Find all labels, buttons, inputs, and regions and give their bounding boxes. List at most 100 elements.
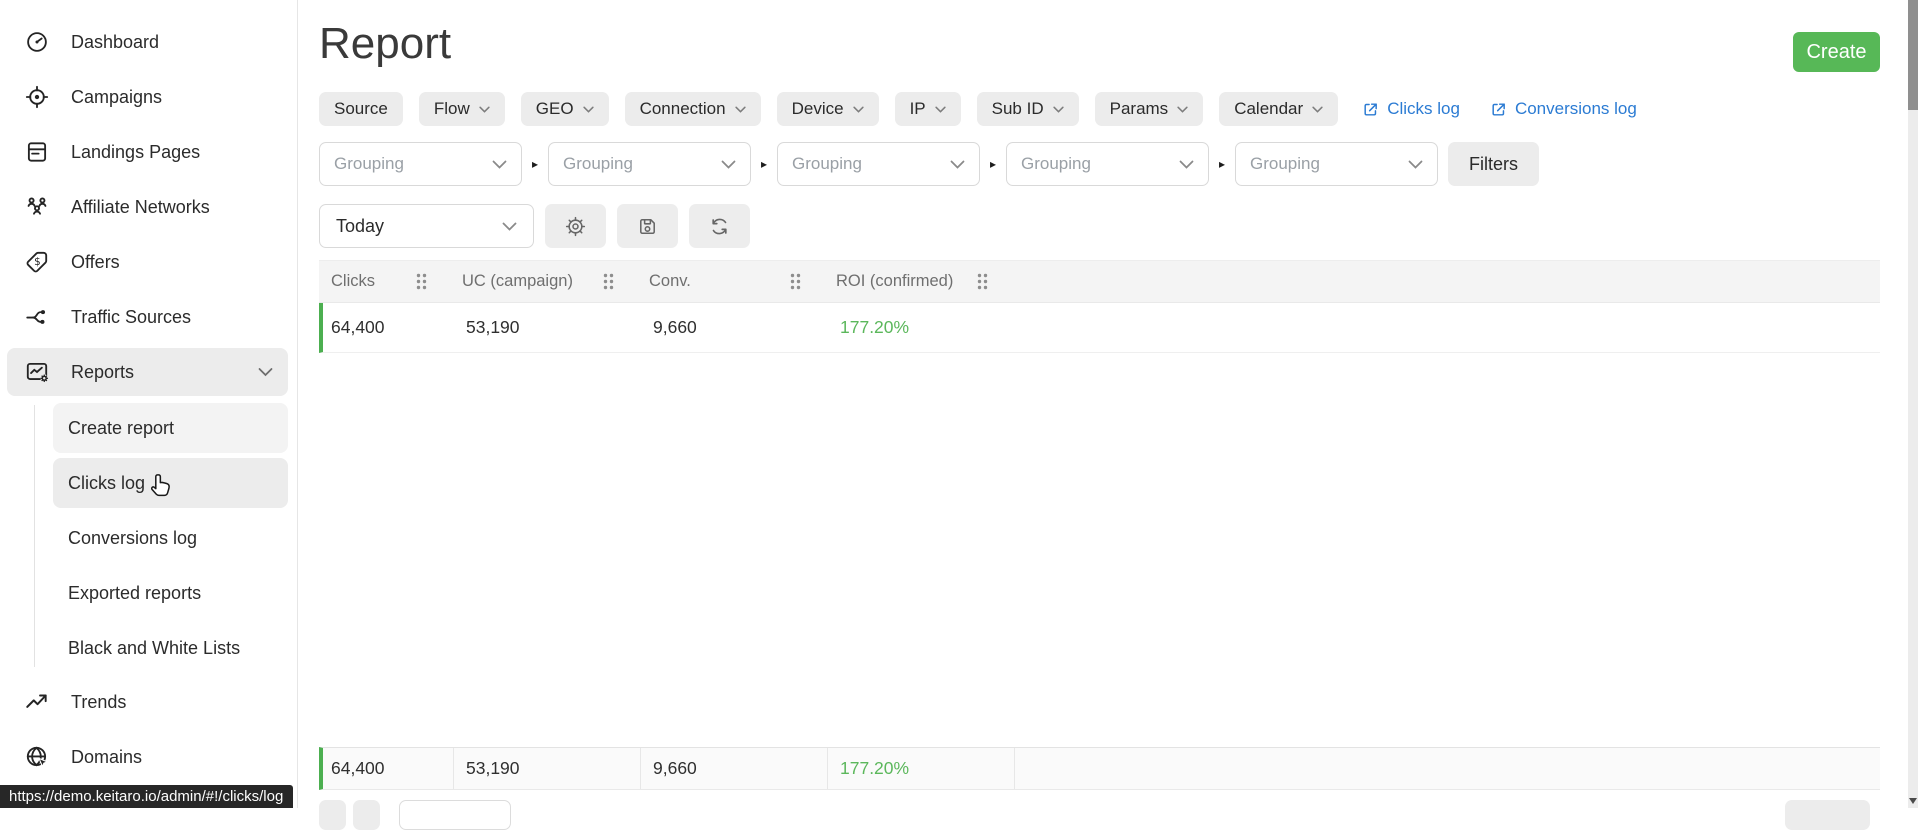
filter-label: Source	[334, 99, 388, 119]
sidebar-item-exported-reports[interactable]: Exported reports	[53, 568, 288, 618]
sidebar-item-label: Campaigns	[71, 87, 162, 108]
sidebar-item-label: Landings Pages	[71, 142, 200, 163]
conversions-log-link[interactable]: Conversions log	[1490, 99, 1637, 119]
date-range-select[interactable]: Today	[319, 204, 534, 248]
sidebar-item-label: Traffic Sources	[71, 307, 191, 328]
arrow-right-separator: ▸	[1209, 157, 1235, 171]
dashboard-icon	[24, 29, 50, 55]
cell-uc-campaign: 53,190	[454, 303, 641, 352]
arrow-right-separator: ▸	[980, 157, 1006, 171]
scrollbar-thumb[interactable]	[1908, 0, 1918, 110]
column-header-conversions[interactable]: Conv.	[637, 261, 824, 302]
filter-flow-button[interactable]: Flow	[419, 92, 505, 126]
clicks-log-link[interactable]: Clicks log	[1362, 99, 1460, 119]
sub-item-label: Conversions log	[68, 528, 197, 549]
gear-icon	[564, 215, 587, 238]
table-header: Clicks UC (campaign) Conv. ROI (confirme…	[319, 260, 1880, 303]
sidebar-item-label: Reports	[71, 362, 134, 383]
sidebar-item-black-white-lists[interactable]: Black and White Lists	[53, 623, 288, 673]
sidebar-item-campaigns[interactable]: Campaigns	[7, 73, 288, 121]
save-icon	[636, 215, 659, 238]
refresh-button[interactable]	[689, 204, 750, 248]
column-header-roi-confirmed[interactable]: ROI (confirmed)	[824, 261, 1011, 302]
grouping-placeholder: Grouping	[1250, 154, 1320, 174]
sidebar-item-clicks-log[interactable]: Clicks log	[53, 458, 288, 508]
sidebar-item-trends[interactable]: Trends	[7, 678, 288, 726]
sidebar: Dashboard Campaigns Landings Pages Affil…	[0, 0, 298, 808]
offers-icon: $	[24, 249, 50, 275]
filter-label: Connection	[640, 99, 726, 119]
column-header-clicks[interactable]: Clicks	[319, 261, 450, 302]
grouping-select-2[interactable]: Grouping	[548, 142, 751, 186]
column-header-empty	[1011, 261, 1880, 302]
report-table: Clicks UC (campaign) Conv. ROI (confirme…	[319, 260, 1880, 790]
filter-row: Source Flow GEO Connection Device IP Sub…	[319, 92, 1880, 126]
link-label: Conversions log	[1515, 99, 1637, 119]
chevron-down-icon	[1408, 160, 1423, 169]
drag-handle-icon[interactable]	[789, 272, 802, 291]
drag-handle-icon[interactable]	[602, 272, 615, 291]
pagination-prev-button[interactable]	[319, 800, 346, 830]
page-size-select[interactable]	[399, 800, 511, 830]
grouping-select-1[interactable]: Grouping	[319, 142, 522, 186]
cell-empty	[1015, 303, 1880, 352]
filter-connection-button[interactable]: Connection	[625, 92, 761, 126]
column-header-uc-campaign[interactable]: UC (campaign)	[450, 261, 637, 302]
sidebar-item-affiliate-networks[interactable]: Affiliate Networks	[7, 183, 288, 231]
chevron-down-icon	[950, 160, 965, 169]
filter-label: Flow	[434, 99, 470, 119]
scrollbar-track[interactable]	[1908, 0, 1918, 808]
chevron-down-icon	[583, 106, 594, 113]
sidebar-item-label: Trends	[71, 692, 126, 713]
create-button[interactable]: Create	[1793, 32, 1880, 72]
drag-handle-icon[interactable]	[415, 272, 428, 291]
sidebar-item-dashboard[interactable]: Dashboard	[7, 18, 288, 66]
filter-source-button[interactable]: Source	[319, 92, 403, 126]
settings-button[interactable]	[545, 204, 606, 248]
filter-label: GEO	[536, 99, 574, 119]
affiliate-networks-icon	[24, 194, 50, 220]
filter-subid-button[interactable]: Sub ID	[977, 92, 1079, 126]
filter-device-button[interactable]: Device	[777, 92, 879, 126]
sidebar-item-reports[interactable]: Reports	[7, 348, 288, 396]
save-report-button[interactable]	[617, 204, 678, 248]
filter-geo-button[interactable]: GEO	[521, 92, 609, 126]
sidebar-item-label: Offers	[71, 252, 120, 273]
traffic-sources-icon	[24, 304, 50, 330]
grouping-select-4[interactable]: Grouping	[1006, 142, 1209, 186]
grouping-select-3[interactable]: Grouping	[777, 142, 980, 186]
column-label: Conv.	[649, 272, 691, 291]
filters-button[interactable]: Filters	[1448, 142, 1539, 186]
sidebar-item-create-report[interactable]: Create report	[53, 403, 288, 453]
filter-calendar-button[interactable]: Calendar	[1219, 92, 1338, 126]
grouping-placeholder: Grouping	[792, 154, 862, 174]
scrollbar-down-arrow[interactable]	[1908, 793, 1918, 808]
sidebar-item-landing-pages[interactable]: Landings Pages	[7, 128, 288, 176]
domains-icon	[24, 744, 50, 770]
table-totals-row: 64,400 53,190 9,660 177.20%	[319, 747, 1880, 790]
column-label: ROI (confirmed)	[836, 272, 953, 291]
grouping-row: Grouping ▸ Grouping ▸ Grouping ▸ Groupin…	[319, 142, 1880, 186]
filter-label: Device	[792, 99, 844, 119]
sidebar-item-label: Dashboard	[71, 32, 159, 53]
grouping-select-5[interactable]: Grouping	[1235, 142, 1438, 186]
sub-item-label: Create report	[68, 418, 174, 439]
cell-clicks: 64,400	[323, 303, 454, 352]
arrow-right-separator: ▸	[522, 157, 548, 171]
main-content: Report Create Source Flow GEO Connection…	[298, 0, 1908, 808]
sidebar-item-conversions-log[interactable]: Conversions log	[53, 513, 288, 563]
drag-handle-icon[interactable]	[976, 272, 989, 291]
external-link-icon	[1362, 101, 1379, 118]
sidebar-item-traffic-sources[interactable]: Traffic Sources	[7, 293, 288, 341]
pagination-next-button[interactable]	[353, 800, 380, 830]
chevron-down-icon	[258, 367, 273, 377]
pagination-right-control[interactable]	[1785, 800, 1870, 830]
sidebar-item-domains[interactable]: Domains	[7, 733, 288, 781]
cell-conversions: 9,660	[641, 303, 828, 352]
filter-params-button[interactable]: Params	[1095, 92, 1204, 126]
sidebar-item-offers[interactable]: $ Offers	[7, 238, 288, 286]
refresh-icon	[708, 215, 731, 238]
filter-ip-button[interactable]: IP	[895, 92, 961, 126]
filter-label: Calendar	[1234, 99, 1303, 119]
grouping-placeholder: Grouping	[334, 154, 404, 174]
